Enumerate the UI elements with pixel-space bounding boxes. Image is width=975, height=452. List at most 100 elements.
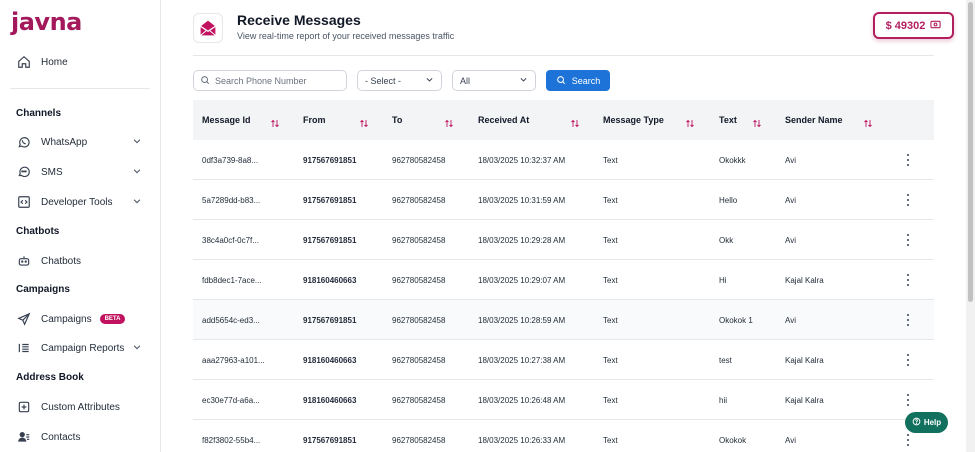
chevron-down-icon	[425, 75, 434, 86]
more-options-icon[interactable]	[903, 314, 913, 326]
table-cell: 18/03/2025 10:29:28 AM	[478, 235, 566, 245]
table-cell: Avi	[785, 195, 796, 205]
beta-badge: BETA	[99, 314, 126, 324]
sidebar-item-developer-tools[interactable]: Developer Tools	[16, 191, 146, 213]
help-button[interactable]: Help	[905, 412, 948, 433]
column-header[interactable]: Message Id	[202, 100, 251, 140]
sidebar-item-campaign-reports[interactable]: Campaign Reports	[16, 337, 146, 359]
table-row[interactable]: f82f3802-55b4... 917567691851 962780582458…	[193, 420, 934, 452]
sort-icon[interactable]	[686, 115, 694, 133]
table-cell: aaa27963-a101...	[202, 355, 265, 365]
messages-table: Message Id From To Received At Message Type T…	[193, 100, 934, 452]
table-cell: Okokok	[719, 435, 747, 445]
type-select[interactable]: All	[452, 70, 536, 91]
table-cell: Avi	[785, 315, 796, 325]
attribute-icon	[16, 399, 32, 415]
sidebar-item-campaigns[interactable]: Campaigns BETA	[16, 308, 146, 330]
more-options-icon[interactable]	[903, 234, 913, 246]
column-header[interactable]: From	[303, 100, 326, 140]
table-cell: Avi	[785, 235, 796, 245]
more-options-icon[interactable]	[903, 354, 913, 366]
sidebar-item-custom-attributes[interactable]: Custom Attributes	[16, 396, 146, 418]
table-cell: Avi	[785, 435, 796, 445]
sidebar-item-contacts[interactable]: Contacts	[16, 426, 146, 448]
table-cell: Kajal Kalra	[785, 355, 824, 365]
search-icon	[200, 72, 210, 90]
table-cell: 962780582458	[392, 355, 446, 365]
table-cell: 917567691851	[303, 235, 357, 245]
column-header[interactable]: Sender Name	[785, 100, 843, 140]
filter-select-value: - Select -	[365, 75, 402, 86]
table-cell: 18/03/2025 10:29:07 AM	[478, 275, 566, 285]
table-cell: Text	[603, 195, 618, 205]
sidebar-item-whatsapp[interactable]: WhatsApp	[16, 131, 146, 153]
table-cell: 38c4a0cf-0c7f...	[202, 235, 259, 245]
sort-icon[interactable]	[445, 115, 453, 133]
table-cell: 18/03/2025 10:26:48 AM	[478, 395, 566, 405]
whatsapp-icon	[16, 134, 32, 150]
table-cell: 962780582458	[392, 395, 446, 405]
table-cell: 962780582458	[392, 315, 446, 325]
table-cell: 18/03/2025 10:27:38 AM	[478, 355, 566, 365]
chevron-down-icon	[132, 196, 142, 209]
sidebar-item-home[interactable]: Home	[16, 51, 146, 73]
table-cell: 962780582458	[392, 435, 446, 445]
column-header[interactable]: Received At	[478, 100, 529, 140]
help-label: Help	[923, 418, 942, 427]
bot-icon	[16, 253, 32, 269]
phone-search-input[interactable]	[215, 75, 335, 86]
more-options-icon[interactable]	[903, 394, 913, 406]
sidebar-item-label: Chatbots	[41, 255, 82, 267]
brand-logo[interactable]: javna	[11, 8, 82, 36]
search-button[interactable]: Search	[546, 70, 610, 91]
filter-select[interactable]: - Select -	[357, 70, 442, 91]
chevron-down-icon	[132, 136, 142, 149]
table-cell: Text	[603, 275, 618, 285]
more-options-icon[interactable]	[903, 194, 913, 206]
sort-icon[interactable]	[571, 115, 579, 133]
table-row[interactable]: fdb8dec1-7ace... 918160460663 962780582458…	[193, 260, 934, 300]
chevron-down-icon	[519, 75, 528, 86]
sidebar-item-label: Contacts	[41, 431, 81, 443]
more-options-icon[interactable]	[903, 154, 913, 166]
column-header[interactable]: Text	[719, 100, 737, 140]
table-cell: 962780582458	[392, 275, 446, 285]
sidebar: javna Home Channels WhatsApp SMS Develop…	[0, 0, 161, 452]
phone-search-field[interactable]	[193, 70, 347, 91]
sidebar-item-label: Developer Tools	[41, 196, 113, 208]
table-cell: Hi	[719, 275, 727, 285]
chatbots-heading: Chatbots	[16, 226, 60, 237]
scrollbar-thumb[interactable]	[968, 2, 973, 302]
table-cell: Kajal Kalra	[785, 275, 824, 285]
table-cell: 917567691851	[303, 195, 357, 205]
table-row[interactable]: 5a7289dd-b83... 917567691851 962780582458 1…	[193, 180, 934, 220]
sidebar-item-sms[interactable]: SMS	[16, 161, 146, 183]
balance-button[interactable]: $ 49302	[873, 12, 954, 39]
wallet-icon	[930, 20, 942, 32]
chevron-down-icon	[132, 342, 142, 355]
sidebar-item-label: WhatsApp	[41, 136, 88, 148]
table-cell: Text	[603, 395, 618, 405]
table-cell: add5654c-ed3...	[202, 315, 260, 325]
table-cell: Okokok 1	[719, 315, 753, 325]
sort-icon[interactable]	[271, 115, 279, 133]
table-row[interactable]: 38c4a0cf-0c7f... 917567691851 962780582458…	[193, 220, 934, 260]
sidebar-item-chatbots[interactable]: Chatbots	[16, 250, 146, 272]
table-row[interactable]: 0df3a739-8a8... 917567691851 962780582458 1…	[193, 140, 934, 180]
more-options-icon[interactable]	[903, 434, 913, 446]
sort-icon[interactable]	[753, 115, 761, 133]
more-options-icon[interactable]	[903, 274, 913, 286]
app-root: javna Home Channels WhatsApp SMS Develop…	[0, 0, 975, 452]
sort-icon[interactable]	[864, 115, 872, 133]
table-row[interactable]: add5654c-ed3... 917567691851 962780582458 1…	[193, 300, 934, 340]
sidebar-divider	[10, 88, 150, 89]
column-header[interactable]: To	[392, 100, 402, 140]
table-row[interactable]: aaa27963-a101... 918160460663 962780582458…	[193, 340, 934, 380]
campaigns-heading: Campaigns	[16, 284, 70, 295]
table-row[interactable]: ec30e77d-a6a... 918160460663 962780582458 1…	[193, 380, 934, 420]
page-subtitle: View real-time report of your received m…	[237, 31, 455, 41]
table-cell: f82f3802-55b4...	[202, 435, 261, 445]
column-header[interactable]: Message Type	[603, 100, 664, 140]
sort-icon[interactable]	[360, 115, 368, 133]
table-cell: 5a7289dd-b83...	[202, 195, 261, 205]
